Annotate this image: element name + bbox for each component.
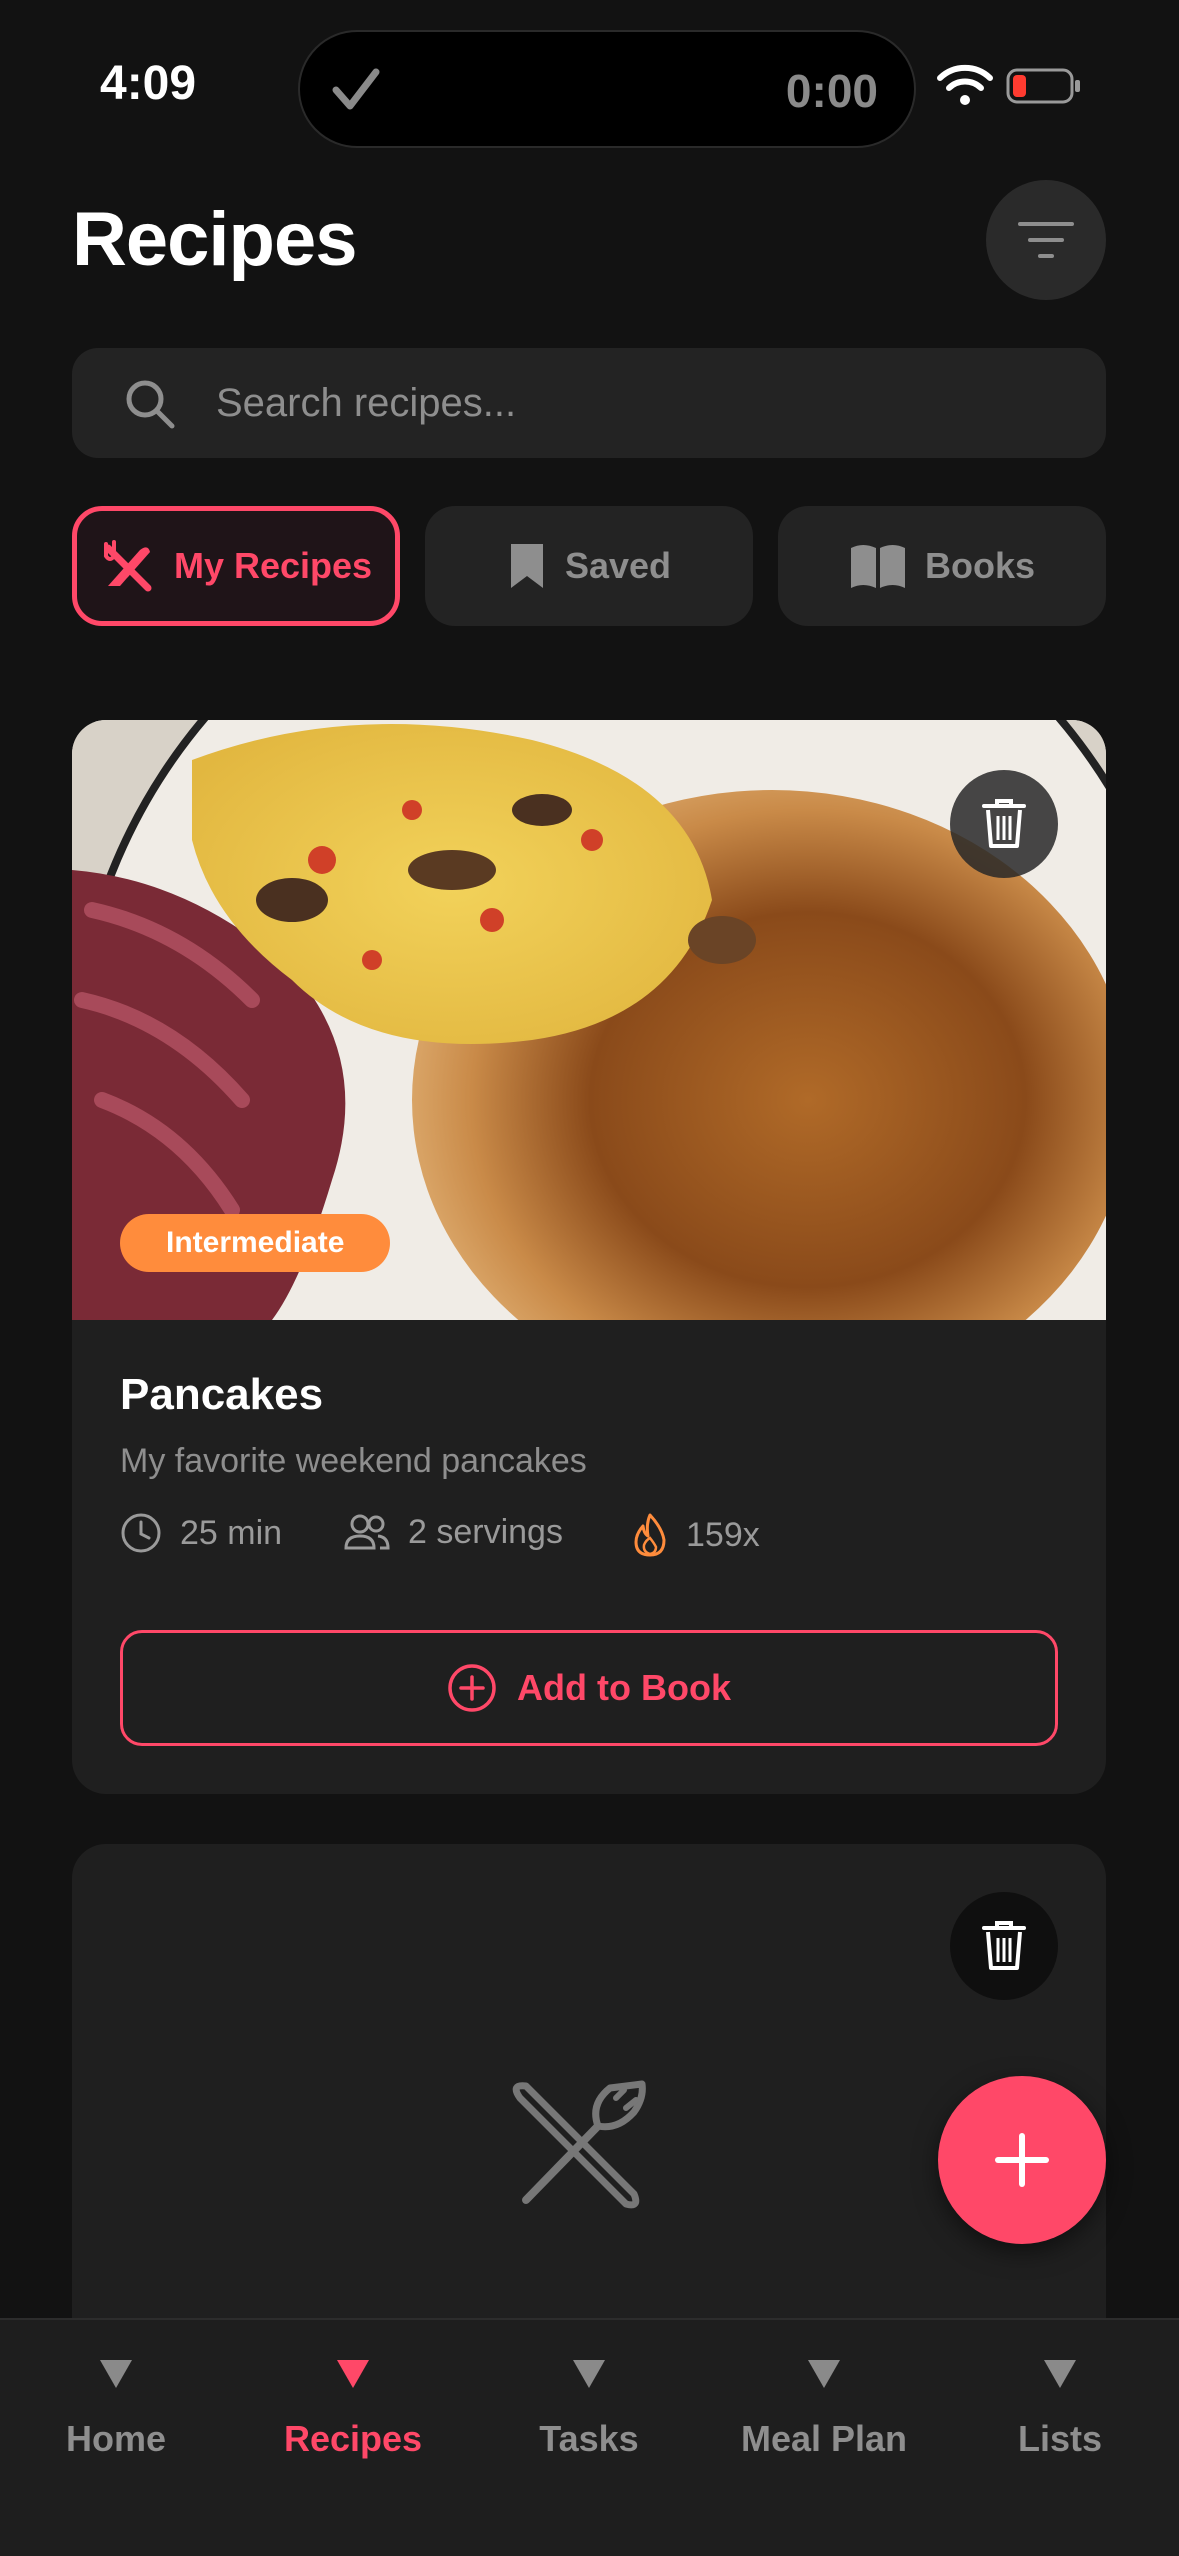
plus-icon [995,2133,1049,2187]
nav-tasks[interactable]: Tasks [471,2360,707,2460]
page-title: Recipes [72,197,357,282]
recipe-servings: 2 servings [344,1512,563,1552]
checkmark-icon [332,68,380,110]
clock-icon [121,1513,161,1553]
people-icon [344,1514,390,1550]
tab-my-recipes[interactable]: My Recipes [72,506,400,626]
tab-label: Books [924,545,1036,586]
status-time: 4:09 [100,57,197,110]
island-timer: 0:00 [785,65,878,117]
add-to-book-button[interactable]: Add to Book [120,1630,1058,1746]
recipe-card[interactable]: Intermediate Pancakes My favorite weeken… [72,720,1106,1794]
bottom-nav: Home Recipes Tasks Meal Plan Lists [0,2318,1179,2556]
recipe-description: My favorite weekend pancakes [120,1442,587,1480]
recipe-cooked-count: 159x [632,1512,760,1558]
dynamic-island: 0:00 [298,30,916,148]
nav-label: Meal Plan [740,2418,908,2459]
filter-button[interactable] [986,180,1106,300]
bookmark-icon [510,544,543,588]
nav-meal-plan[interactable]: Meal Plan [706,2360,942,2460]
tab-saved[interactable]: Saved [425,506,753,626]
book-icon [850,545,905,588]
recipe-cooked-count-value: 159x [686,1515,760,1554]
flame-icon [634,1513,666,1557]
nav-label: Home [65,2418,167,2459]
recipe-title: Pancakes [120,1370,324,1419]
nav-label: Lists [1017,2418,1103,2459]
nav-label: Recipes [283,2418,423,2459]
search-icon [126,380,175,429]
tab-books[interactable]: Books [778,506,1106,626]
nav-tasks-icon [573,2360,605,2388]
nav-recipes[interactable]: Recipes [235,2360,471,2460]
plus-circle-icon [448,1664,496,1712]
nav-lists-icon [1044,2360,1076,2388]
nav-home-icon [100,2360,132,2388]
recipe-time: 25 min [120,1512,282,1554]
nav-label: Tasks [539,2418,639,2459]
recipe-time-value: 25 min [180,1513,283,1552]
delete-button[interactable] [950,770,1058,878]
trash-icon [982,1921,1026,1970]
trash-icon [982,799,1026,848]
tab-label: My Recipes [173,545,373,586]
wifi-icon [937,64,993,105]
add-recipe-button[interactable] [938,2076,1106,2244]
nav-home[interactable]: Home [0,2360,234,2460]
search-input[interactable] [216,348,1076,458]
filter-icon [1018,222,1074,258]
nav-recipes-icon [337,2360,369,2388]
nav-meal-plan-icon [808,2360,840,2388]
fork-knife-icon [103,540,152,592]
tab-label: Saved [564,545,672,586]
battery-icon [1006,68,1080,104]
utensils-placeholder-icon [512,2080,646,2209]
nav-lists[interactable]: Lists [942,2360,1178,2460]
recipe-servings-value: 2 servings [408,1512,563,1551]
difficulty-badge: Intermediate [120,1214,391,1272]
search-bar[interactable] [72,348,1106,458]
add-to-book-label: Add to Book [517,1667,731,1708]
delete-button[interactable] [950,1892,1058,2000]
